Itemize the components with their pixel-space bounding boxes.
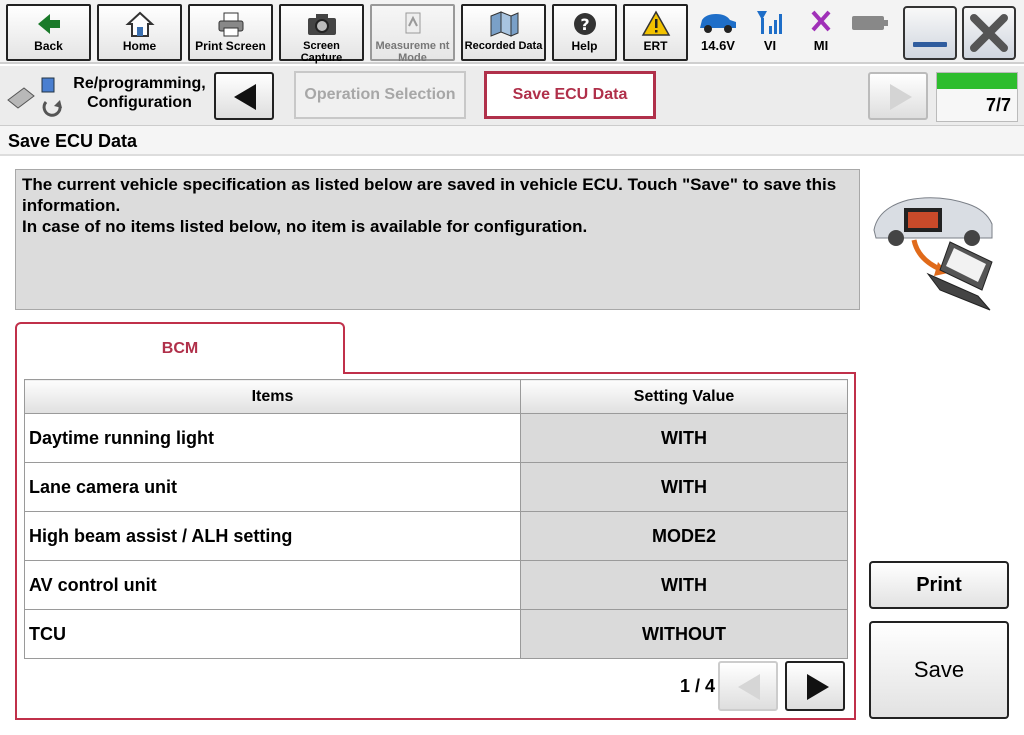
row-value: MODE2 [520, 511, 848, 561]
arrow-left-icon [8, 10, 89, 40]
breadcrumb-operation-selection[interactable]: Operation Selection [294, 71, 466, 119]
row-value: WITH [520, 413, 848, 463]
column-header-setting-value: Setting Value [520, 379, 848, 414]
progress-text: 7/7 [985, 95, 1011, 115]
row-item: AV control unit [24, 560, 521, 610]
home-icon [99, 10, 180, 40]
breadcrumb-back-button[interactable] [214, 72, 274, 120]
table-row[interactable]: High beam assist / ALH setting MODE2 [24, 511, 848, 561]
info-line-2: In case of no items listed below, no ite… [22, 217, 588, 236]
triangle-left-icon [232, 82, 258, 117]
battery-voltage-status: 14.6V [695, 8, 741, 60]
reprogramming-icon [6, 74, 66, 118]
save-button[interactable]: Save [869, 621, 1009, 719]
measurement-icon [372, 10, 453, 40]
svg-text:?: ? [580, 15, 589, 34]
car-to-laptop-icon [868, 178, 998, 328]
minimize-button[interactable] [903, 6, 957, 60]
battery-icon [851, 12, 891, 32]
back-button[interactable]: Back [6, 4, 91, 61]
row-value: WITH [520, 560, 848, 610]
row-item: High beam assist / ALH setting [24, 511, 521, 561]
mi-status: MI [798, 8, 844, 60]
triangle-left-icon [736, 672, 762, 707]
tab-bcm[interactable]: BCM [15, 322, 345, 374]
info-message: The current vehicle specification as lis… [15, 169, 860, 310]
table-row[interactable]: Daytime running light WITH [24, 413, 848, 463]
triangle-right-icon [805, 672, 831, 707]
triangle-right-icon [888, 82, 914, 117]
app-title: Re/programming, Configuration [73, 75, 206, 111]
home-button[interactable]: Home [97, 4, 182, 61]
help-button[interactable]: ? Help [552, 4, 617, 61]
measurement-mode-button[interactable]: Measureme nt Mode [370, 4, 455, 64]
settings-table: Items Setting Value Daytime running ligh… [24, 379, 848, 659]
print-button[interactable]: Print [869, 561, 1009, 609]
page-next-button[interactable] [785, 661, 845, 711]
page-prev-button[interactable] [718, 661, 778, 711]
row-value: WITH [520, 462, 848, 512]
signal-icon [747, 8, 793, 38]
breadcrumb-next-button[interactable] [868, 72, 928, 120]
printer-icon [190, 10, 271, 40]
top-toolbar: Back Home Print Screen Screen Capture Me… [0, 0, 1024, 64]
page-indicator: 1 / 4 [679, 676, 715, 696]
car-icon [695, 8, 741, 38]
row-item: Lane camera unit [24, 462, 521, 512]
row-item: Daytime running light [24, 413, 521, 463]
disconnected-x-icon [798, 8, 844, 38]
row-value: WITHOUT [520, 609, 848, 659]
camera-icon [281, 10, 362, 40]
recorded-data-button[interactable]: Recorded Data [461, 4, 546, 61]
progress-bar [937, 73, 1017, 89]
progress-indicator: 7/7 [936, 72, 1018, 122]
table-row[interactable]: AV control unit WITH [24, 560, 848, 610]
screen-capture-button[interactable]: Screen Capture [279, 4, 364, 64]
help-icon: ? [554, 10, 615, 40]
page-title: Save ECU Data [0, 126, 1024, 156]
table-row[interactable]: Lane camera unit WITH [24, 462, 848, 512]
column-header-items: Items [24, 379, 521, 414]
table-row[interactable]: TCU WITHOUT [24, 609, 848, 659]
close-icon [964, 8, 1014, 63]
breadcrumb: Re/programming, Configuration Operation … [0, 66, 1024, 126]
breadcrumb-save-ecu-data[interactable]: Save ECU Data [484, 71, 656, 119]
vi-status: VI [747, 8, 793, 60]
print-screen-button[interactable]: Print Screen [188, 4, 273, 61]
warning-icon [625, 10, 686, 40]
minimize-icon [913, 42, 947, 47]
recorded-data-icon [463, 10, 544, 40]
row-item: TCU [24, 609, 521, 659]
ert-button[interactable]: ERT [623, 4, 688, 61]
close-button[interactable] [962, 6, 1016, 60]
info-line-1: The current vehicle specification as lis… [22, 175, 837, 215]
